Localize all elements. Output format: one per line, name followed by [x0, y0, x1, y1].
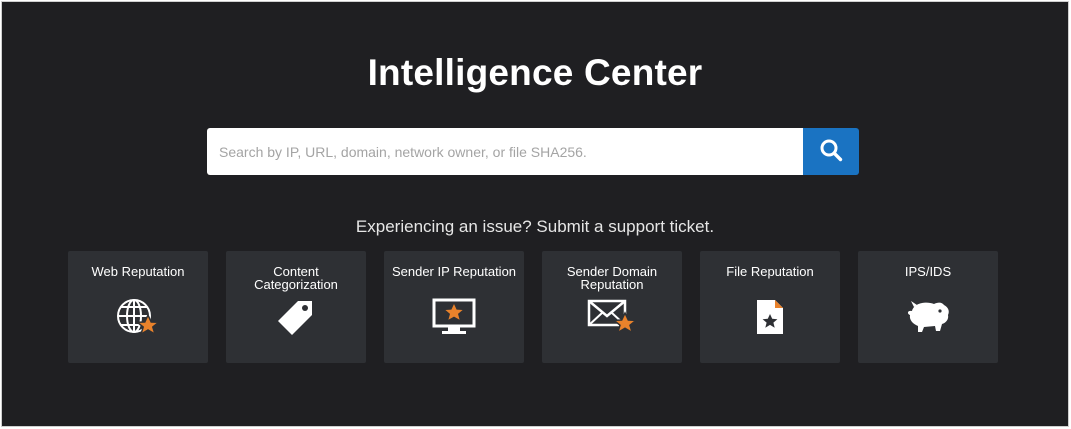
tile-sender-ip-reputation[interactable]: Sender IP Reputation	[384, 251, 524, 363]
globe-star-icon	[115, 297, 161, 344]
tile-sender-domain-reputation[interactable]: Sender Domain Reputation	[542, 251, 682, 363]
monitor-star-icon	[431, 297, 477, 342]
category-tiles: Web Reputation Content Categorization Se…	[68, 251, 998, 363]
search-bar	[207, 128, 859, 175]
tile-label: Sender Domain Reputation	[566, 264, 658, 292]
search-input[interactable]	[207, 128, 803, 175]
tile-web-reputation[interactable]: Web Reputation	[68, 251, 208, 363]
search-button[interactable]	[803, 128, 859, 175]
tile-content-categorization[interactable]: Content Categorization	[226, 251, 366, 363]
tile-label: Sender IP Reputation	[391, 264, 517, 279]
tag-icon	[274, 297, 318, 344]
tile-file-reputation[interactable]: File Reputation	[700, 251, 840, 363]
support-ticket-link[interactable]: Experiencing an issue? Submit a support …	[2, 217, 1068, 237]
pig-icon	[904, 297, 952, 342]
file-star-icon	[753, 297, 787, 342]
tile-ips-ids[interactable]: IPS/IDS	[858, 251, 998, 363]
page-title: Intelligence Center	[367, 52, 703, 93]
tile-label: File Reputation	[726, 264, 814, 279]
tile-label: IPS/IDS	[904, 264, 952, 279]
page-frame: Intelligence Center Experiencing an issu…	[1, 1, 1069, 427]
search-icon	[819, 138, 843, 165]
envelope-star-icon	[587, 297, 638, 342]
tile-label: Content Categorization	[254, 264, 338, 292]
tile-label: Web Reputation	[91, 264, 185, 279]
